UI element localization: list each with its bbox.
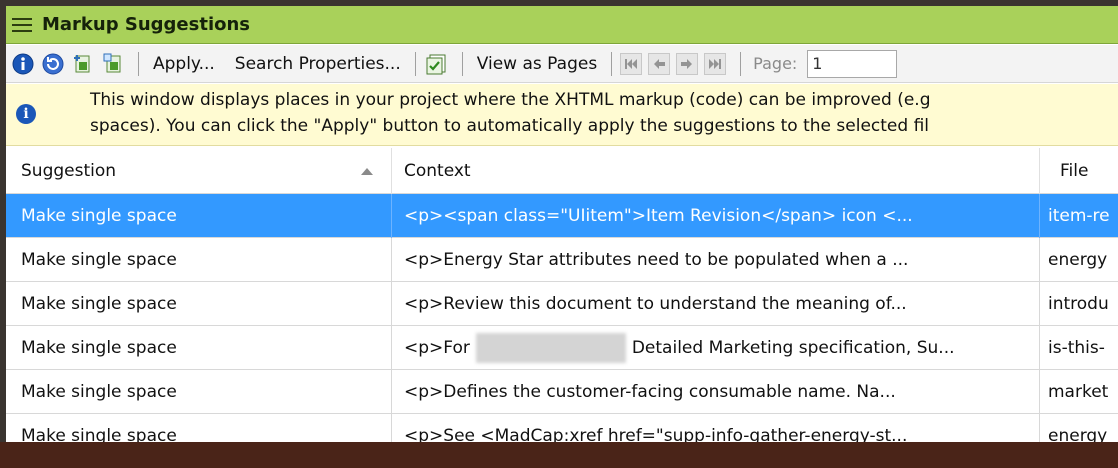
file-cell: market bbox=[1040, 370, 1118, 414]
info-banner: i This window displays places in your pr… bbox=[6, 84, 1118, 146]
apply-button[interactable]: Apply... bbox=[147, 54, 221, 74]
menu-icon[interactable] bbox=[12, 17, 32, 33]
next-page-icon[interactable] bbox=[676, 52, 699, 75]
info-icon: i bbox=[16, 104, 36, 124]
info-text-line-2: spaces). You can click the "Apply" butto… bbox=[90, 116, 930, 136]
column-header-label: Context bbox=[404, 161, 471, 181]
context-cell: <p><span class="UIitem">Item Revision</s… bbox=[392, 194, 1040, 238]
refresh-icon[interactable] bbox=[40, 51, 66, 77]
info-icon[interactable] bbox=[10, 51, 36, 77]
table-row[interactable]: Make single space <p>Review this documen… bbox=[6, 282, 1118, 326]
toolbar-separator bbox=[611, 51, 613, 76]
table-row[interactable]: Make single space <p><span class="UIitem… bbox=[6, 194, 1118, 238]
first-page-icon[interactable] bbox=[620, 52, 643, 75]
toolbar-separator bbox=[740, 51, 742, 76]
previous-page-icon[interactable] bbox=[648, 52, 671, 75]
column-header-suggestion[interactable]: Suggestion bbox=[6, 148, 392, 194]
page-label: Page: bbox=[753, 54, 798, 73]
toolbar-separator bbox=[461, 51, 463, 76]
file-cell: energy bbox=[1040, 238, 1118, 282]
context-cell: <p>Defines the customer-facing consumabl… bbox=[392, 370, 1040, 414]
column-header-context[interactable]: Context bbox=[392, 148, 1040, 194]
title-bar: Markup Suggestions bbox=[6, 6, 1118, 44]
redacted-text bbox=[475, 333, 626, 363]
suggestion-cell: Make single space bbox=[6, 326, 392, 370]
export-all-icon[interactable] bbox=[100, 51, 126, 77]
table-header: Suggestion Context File bbox=[6, 148, 1118, 194]
context-cell: <p>For Detailed Marketing specification,… bbox=[392, 326, 1040, 370]
suggestion-cell: Make single space bbox=[6, 370, 392, 414]
file-cell: item-re bbox=[1040, 194, 1118, 238]
info-text-line-1: This window displays places in your proj… bbox=[90, 90, 931, 110]
view-as-pages-button[interactable]: View as Pages bbox=[471, 54, 603, 74]
export-icon[interactable] bbox=[70, 51, 96, 77]
file-cell: is-this- bbox=[1040, 326, 1118, 370]
search-properties-button[interactable]: Search Properties... bbox=[229, 54, 407, 74]
window-bottom-edge bbox=[0, 442, 1118, 468]
context-text-end: Detailed Marketing specification, Su... bbox=[631, 338, 955, 358]
suggestions-table: Suggestion Context File Make single spac… bbox=[6, 148, 1118, 458]
context-cell: <p>Energy Star attributes need to be pop… bbox=[392, 238, 1040, 282]
table-row[interactable]: Make single space <p>Defines the custome… bbox=[6, 370, 1118, 414]
file-cell: introdu bbox=[1040, 282, 1118, 326]
last-page-icon[interactable] bbox=[704, 52, 727, 75]
context-text-start: <p>For bbox=[404, 338, 470, 358]
table-row[interactable]: Make single space <p>Energy Star attribu… bbox=[6, 238, 1118, 282]
toolbar: Apply... Search Properties... View as Pa… bbox=[6, 45, 1118, 83]
suggestion-cell: Make single space bbox=[6, 194, 392, 238]
toolbar-separator bbox=[414, 51, 416, 76]
column-header-file[interactable]: File bbox=[1040, 148, 1118, 194]
table-row[interactable]: Make single space <p>For Detailed Market… bbox=[6, 326, 1118, 370]
window-title: Markup Suggestions bbox=[42, 14, 251, 35]
column-header-label: Suggestion bbox=[21, 161, 117, 181]
select-all-icon[interactable] bbox=[424, 51, 450, 77]
suggestion-cell: Make single space bbox=[6, 238, 392, 282]
context-cell: <p>Review this document to understand th… bbox=[392, 282, 1040, 326]
toolbar-separator bbox=[138, 51, 139, 76]
column-header-label: File bbox=[1060, 161, 1089, 181]
markup-suggestions-window: Markup Suggestions Apply... Search Prope… bbox=[6, 6, 1118, 462]
sort-ascending-icon bbox=[361, 168, 373, 175]
page-number-input[interactable] bbox=[807, 49, 898, 78]
suggestion-cell: Make single space bbox=[6, 282, 392, 326]
